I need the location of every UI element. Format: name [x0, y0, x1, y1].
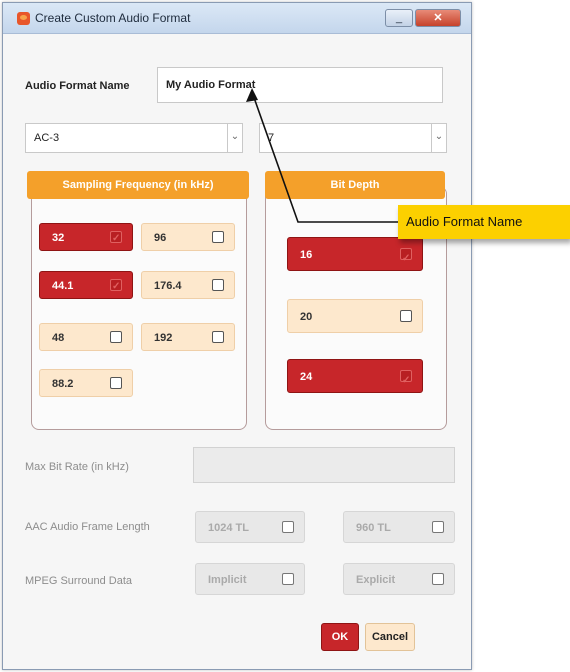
callout-arrow	[246, 88, 400, 223]
callout-label: Audio Format Name	[398, 205, 570, 239]
